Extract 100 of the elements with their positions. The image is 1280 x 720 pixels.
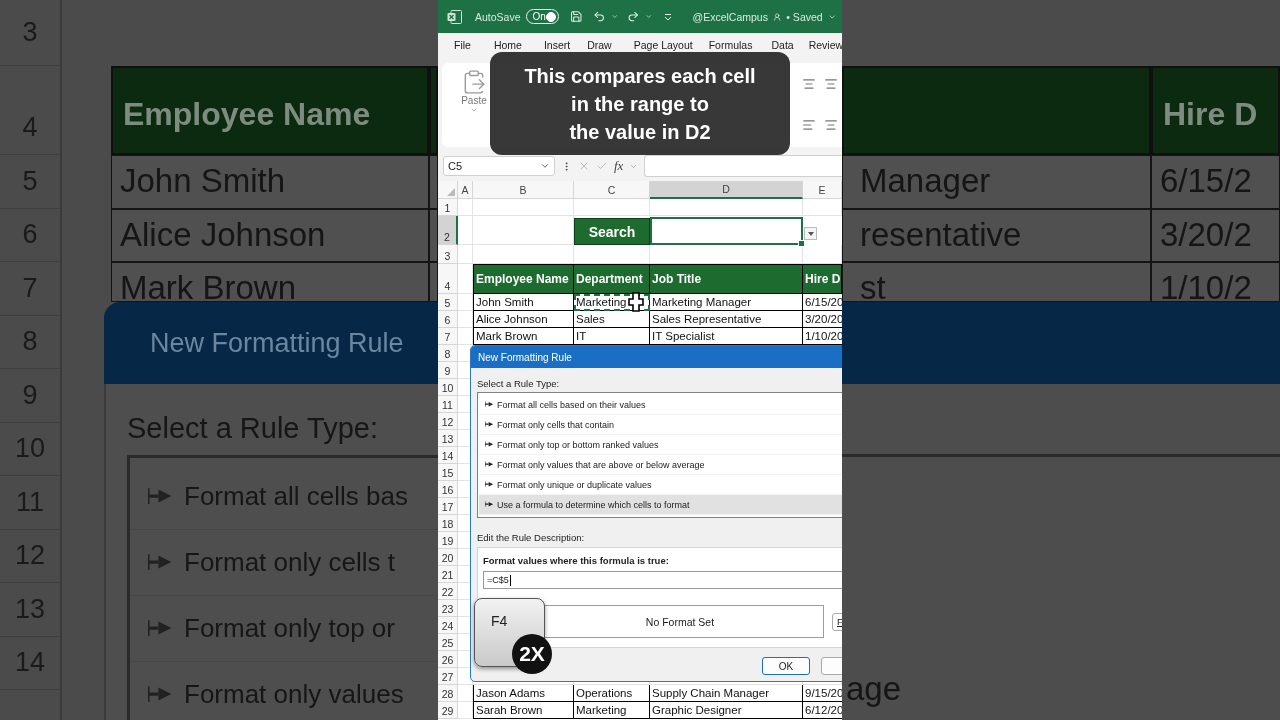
ok-button[interactable]: OK [762,657,810,675]
rule-arrow-icon [148,619,174,638]
row-number[interactable]: 18 [438,515,458,532]
row-number[interactable]: 2 [438,216,458,245]
table-cell: John Smith [473,294,574,311]
grid-cell[interactable] [458,245,473,264]
grid-cell[interactable] [458,216,473,245]
row-number[interactable]: 17 [438,498,458,515]
row-number[interactable]: 6 [438,311,458,328]
align-left-icon[interactable] [802,118,816,132]
chevron-down-icon[interactable] [470,106,478,114]
menu-tab[interactable]: Formulas [708,39,753,51]
select-all-icon[interactable] [447,188,455,196]
row-number[interactable]: 29 [438,702,458,719]
spreadsheet-app-icon [447,9,462,24]
column-letter[interactable]: C [574,181,650,199]
row-number[interactable]: 7 [438,328,458,345]
check-icon[interactable] [596,160,608,172]
row-number[interactable]: 12 [438,413,458,430]
table-cell-text: age [845,670,903,708]
dropdown-button[interactable] [804,227,817,240]
align-center-icon[interactable] [802,77,816,91]
insert-function-button[interactable]: fx [614,158,624,174]
rule-arrow-icon [485,461,494,468]
table-cell: Graphic Designer [650,702,803,719]
column-letter[interactable]: A [458,181,473,199]
undo-icon[interactable] [593,9,606,24]
rule-arrow-icon [148,685,174,704]
grid-cell[interactable] [473,199,574,216]
menu-tab[interactable]: Home [493,39,522,51]
column-letter[interactable]: E [803,181,842,199]
save-icon[interactable] [569,9,583,24]
table-cell: 1/10/2 [1151,262,1280,302]
table-cell: st [842,262,1151,302]
row-number[interactable]: 22 [438,583,458,600]
dialog-title: New Formatting Rule [104,302,438,384]
caret-icon [807,231,814,236]
row-number[interactable]: 10 [438,379,458,396]
customize-toolbar-icon[interactable] [663,12,672,21]
table-cell [429,208,438,262]
row-number[interactable]: 21 [438,566,458,583]
menu-tab[interactable]: File [454,39,471,51]
grid-cell[interactable] [458,685,473,702]
table-cell: 6/15/2 [1151,155,1280,209]
table-cell: John Smith [111,155,429,209]
row-number[interactable]: 27 [438,668,458,685]
column-letter[interactable]: B [473,181,574,199]
chevron-down-icon[interactable] [610,12,619,21]
row-number[interactable]: 23 [438,600,458,617]
column-header-cell: Employee Name [473,264,574,294]
menu-tab[interactable]: Data [771,39,794,51]
account-name: @ExcelCampus [692,10,768,23]
redo-icon[interactable] [627,9,640,24]
row-number[interactable]: 4 [438,264,458,294]
cancel-icon[interactable] [578,160,590,172]
row-number[interactable]: 11 [438,396,458,413]
formula-input[interactable]: =C$5 [483,571,842,589]
grid-cell[interactable] [458,702,473,719]
grid-cell[interactable] [458,294,473,311]
grid-cell[interactable] [650,199,803,216]
formula-label: Format values where this formula is true: [483,555,670,566]
table-cell: Marketing [574,702,650,719]
row-number[interactable]: 20 [438,549,458,566]
grid-cell[interactable] [458,328,473,345]
grid-cell[interactable] [458,199,473,216]
menu-tab[interactable]: Draw [587,39,612,51]
paste-button[interactable]: Paste [461,95,487,106]
formula-field[interactable] [644,155,842,177]
search-field[interactable] [650,217,803,245]
row-number[interactable]: 24 [438,617,458,634]
column-letter[interactable]: D [650,181,803,199]
row-number[interactable]: 26 [438,651,458,668]
row-number[interactable]: 5 [438,294,458,311]
row-number[interactable]: 16 [438,481,458,498]
table-cell: Mark Brown [111,262,429,302]
table-cell [429,262,438,302]
row-number[interactable]: 8 [438,345,458,362]
table-cell: Supply Chain Manager [650,685,803,702]
grid-cell[interactable] [574,199,650,216]
grid-cell[interactable] [458,311,473,328]
row-number[interactable]: 15 [438,464,458,481]
chevron-down-icon[interactable] [540,161,550,171]
name-box[interactable]: C5 [443,156,555,176]
menu-tab[interactable]: Insert [543,39,571,51]
section-label: Select a Rule Type: [127,412,379,445]
align-center-icon[interactable] [824,77,838,91]
row-number[interactable]: 14 [438,447,458,464]
row-number[interactable]: 28 [438,685,458,702]
row-number[interactable]: 19 [438,532,458,549]
row-number[interactable]: 13 [438,430,458,447]
align-center-icon[interactable] [824,118,838,132]
table-cell [429,155,438,209]
row-number[interactable]: 25 [438,634,458,651]
table-cell: Sales [574,311,650,328]
chevron-down-icon[interactable] [645,12,653,21]
menu-tab[interactable]: Page Layout [633,39,693,51]
row-number[interactable]: 9 [438,362,458,379]
row-number[interactable]: 1 [438,199,458,216]
rule-type-item[interactable]: Use a formula to determine which cells to format [479,495,842,515]
row-number[interactable]: 3 [438,245,458,264]
